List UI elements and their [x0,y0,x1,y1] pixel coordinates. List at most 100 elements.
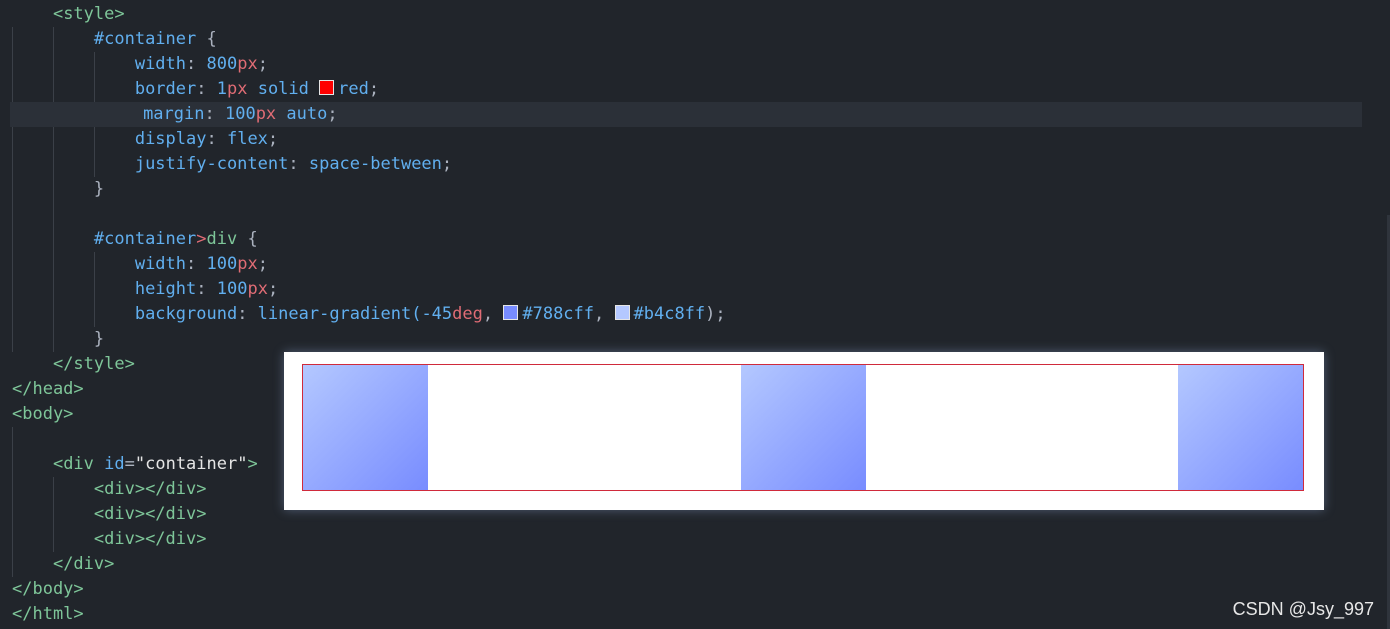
color-swatch-788cff[interactable] [503,305,519,320]
code-token: background [134,304,238,324]
code-line: #container { [12,27,217,52]
preview-box [1178,365,1303,490]
code-token: px [226,79,248,99]
color-swatch-b4c8ff[interactable] [614,305,630,320]
code-token: #container [93,29,197,49]
code-token: 100 [206,254,238,274]
code-line: </body> [12,577,84,602]
code-line: justify-content: space-between; [12,152,452,177]
code-token: </body> [12,579,84,599]
code-token: margin [143,104,205,124]
code-token: display [134,129,207,149]
code-token: </head> [12,379,84,399]
code-line: border: 1px solid red; [12,77,379,102]
code-token: ; [327,104,338,124]
code-token: : [186,54,207,74]
code-token: </style> [52,354,135,374]
code-token: linear-gradient( [257,304,422,324]
code-token: <div></div> [93,504,207,524]
code-line: background: linear-gradient(-45deg, #788… [12,302,726,327]
code-line: height: 100px; [12,277,278,302]
code-token: <div></div> [93,479,207,499]
code-token: <style> [52,4,125,24]
code-token: border [134,79,197,99]
code-token: { [247,229,258,249]
code-token: px [255,104,277,124]
preview-container [302,364,1304,491]
code-token: div [206,229,238,249]
code-token: : [196,279,217,299]
code-line: display: flex; [12,127,278,152]
code-token: > [247,454,258,474]
code-token: px [237,254,258,274]
code-token: #b4c8ff [633,304,706,324]
preview-box [740,365,866,490]
code-token: ; [257,254,268,274]
code-line: <div></div> [12,477,207,502]
code-token: : [204,104,225,124]
code-token: , [594,304,615,324]
code-line: #container>div { [12,227,258,252]
code-token: 1 [216,79,227,99]
color-swatch-red[interactable] [319,80,335,95]
code-token: } [93,179,105,199]
code-line: <body> [12,402,73,427]
code-line: <div></div> [12,502,207,527]
code-line: <div></div> [12,527,207,552]
code-token: px [247,279,268,299]
code-token: ; [368,79,380,99]
code-line: width: 800px; [12,52,268,77]
code-token: flex [226,129,268,149]
code-token: #container [93,229,197,249]
code-line: <div id="container"> [12,452,258,477]
code-token: 100 [216,279,248,299]
code-token: <div [52,454,94,474]
code-token: ); [705,304,726,324]
code-token: ; [257,54,268,74]
code-token: auto [276,104,328,124]
code-token: <body> [12,404,74,424]
code-line: </style> [12,352,135,377]
code-token: px [237,54,258,74]
code-line: width: 100px; [12,252,268,277]
code-token: : [237,304,258,324]
code-token: ; [441,154,453,174]
code-token: "container" [134,454,248,474]
code-token: width [134,54,187,74]
code-line: </head> [12,377,84,402]
code-token: : [288,154,309,174]
code-line: } [12,327,104,352]
code-token: red [338,79,369,99]
code-token: deg [452,304,483,324]
render-preview [284,352,1324,510]
code-token: space-between [308,154,442,174]
code-token: #788cff [522,304,595,324]
code-token: width [134,254,187,274]
code-token: 800 [206,54,238,74]
code-token: } [93,329,105,349]
code-token: </html> [12,604,84,624]
code-token: </div> [52,554,115,574]
code-token: , [482,304,504,324]
code-line: <style> [12,2,125,27]
code-token: { [206,29,217,49]
code-line: </html> [12,602,84,627]
code-line-current: margin: 100px auto; [10,102,1362,127]
code-token: : [206,129,227,149]
code-token: solid [247,79,320,99]
code-token: height [134,279,197,299]
code-token: > [196,229,207,249]
code-editor[interactable]: <style> #container { width: 800px; borde… [0,0,1390,629]
code-token: ; [267,129,279,149]
code-token: ; [267,279,279,299]
code-token: : [196,79,217,99]
code-token: id [93,454,125,474]
watermark: CSDN @Jsy_997 [1232,599,1374,619]
code-token: <div></div> [93,529,207,549]
code-line: } [12,177,104,202]
preview-box [303,365,428,490]
code-line: </div> [12,552,114,577]
code-token: = [124,454,135,474]
code-token: justify-content [134,154,289,174]
code-token: 100 [224,104,256,124]
